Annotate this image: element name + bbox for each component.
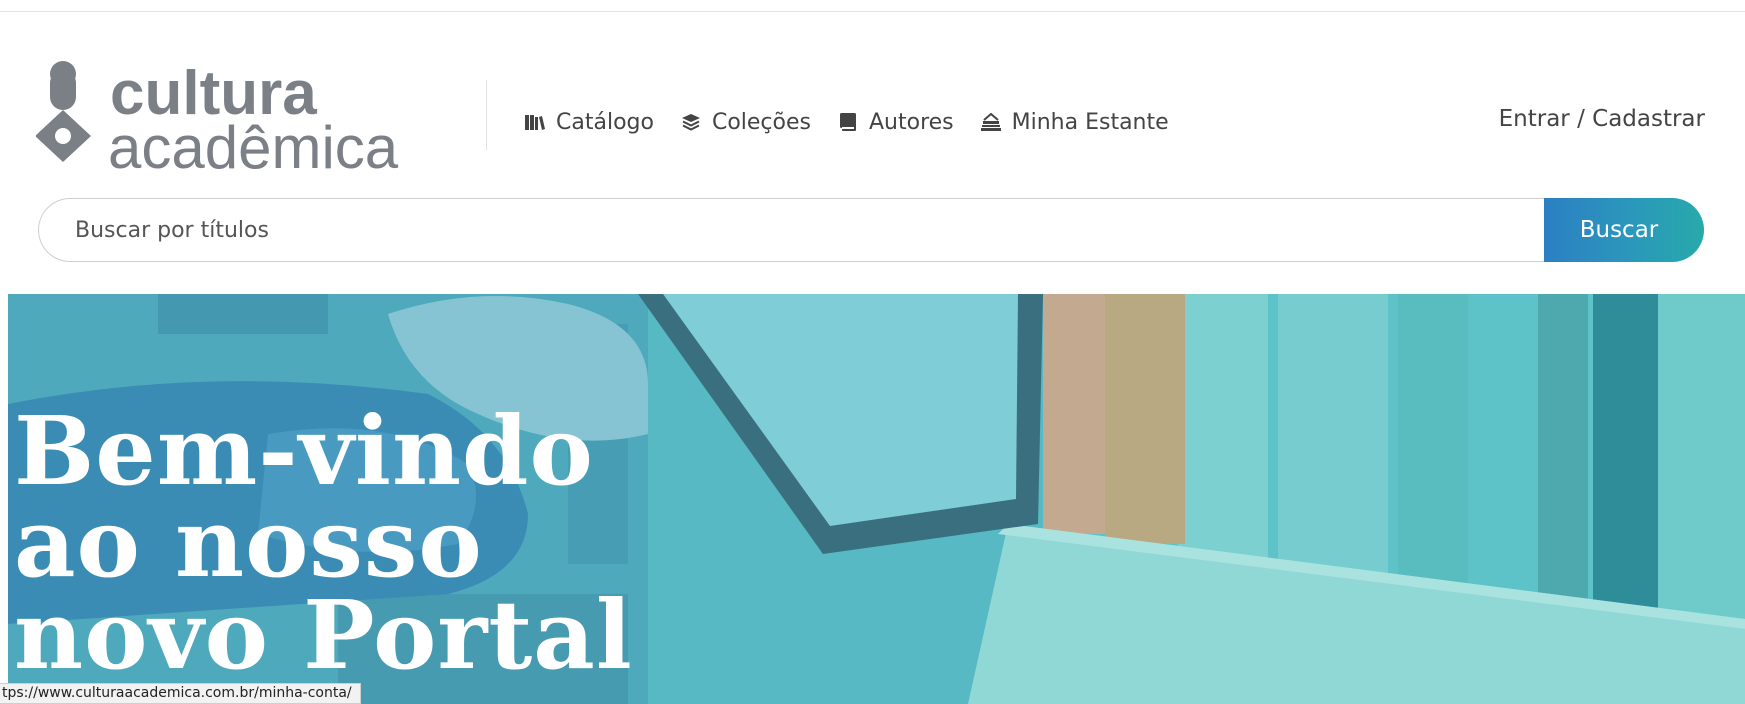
book-icon xyxy=(837,111,859,133)
nav-item-colecoes[interactable]: Coleções xyxy=(680,110,811,135)
nav-label-catalogo: Catálogo xyxy=(556,109,654,135)
nav-label-autores: Autores xyxy=(868,109,954,135)
hero-banner: Bem-vindo ao nosso novo Portal xyxy=(8,294,1745,704)
nav-item-catalogo[interactable]: Catálogo xyxy=(524,110,654,135)
search-input[interactable] xyxy=(38,198,1544,262)
login-register-link[interactable]: Entrar / Cadastrar xyxy=(1499,106,1705,132)
site-logo[interactable]: cultura acadêmica xyxy=(36,60,456,176)
books-icon xyxy=(524,111,546,133)
nav-label-colecoes: Coleções xyxy=(711,109,811,135)
logo-mark-icon xyxy=(36,61,91,162)
nav-item-autores[interactable]: Autores xyxy=(837,110,954,135)
browser-status-bar-url: tps://www.culturaacademica.com.br/minha-… xyxy=(0,683,361,704)
hero-title: Bem-vindo ao nosso novo Portal xyxy=(14,396,633,691)
nav-label-minha-estante: Minha Estante xyxy=(1011,109,1169,135)
nav-item-minha-estante[interactable]: Minha Estante xyxy=(980,110,1169,135)
search-bar: Buscar xyxy=(38,198,1704,262)
layers-icon xyxy=(680,111,702,133)
logo-text-line2: acadêmica xyxy=(108,114,399,176)
main-nav: Catálogo Coleções Autores Minha Estante xyxy=(524,104,1195,140)
search-button[interactable]: Buscar xyxy=(1544,198,1704,262)
logo-divider xyxy=(486,80,487,150)
top-divider xyxy=(0,11,1745,12)
bookshelf-stack-icon xyxy=(980,111,1002,133)
